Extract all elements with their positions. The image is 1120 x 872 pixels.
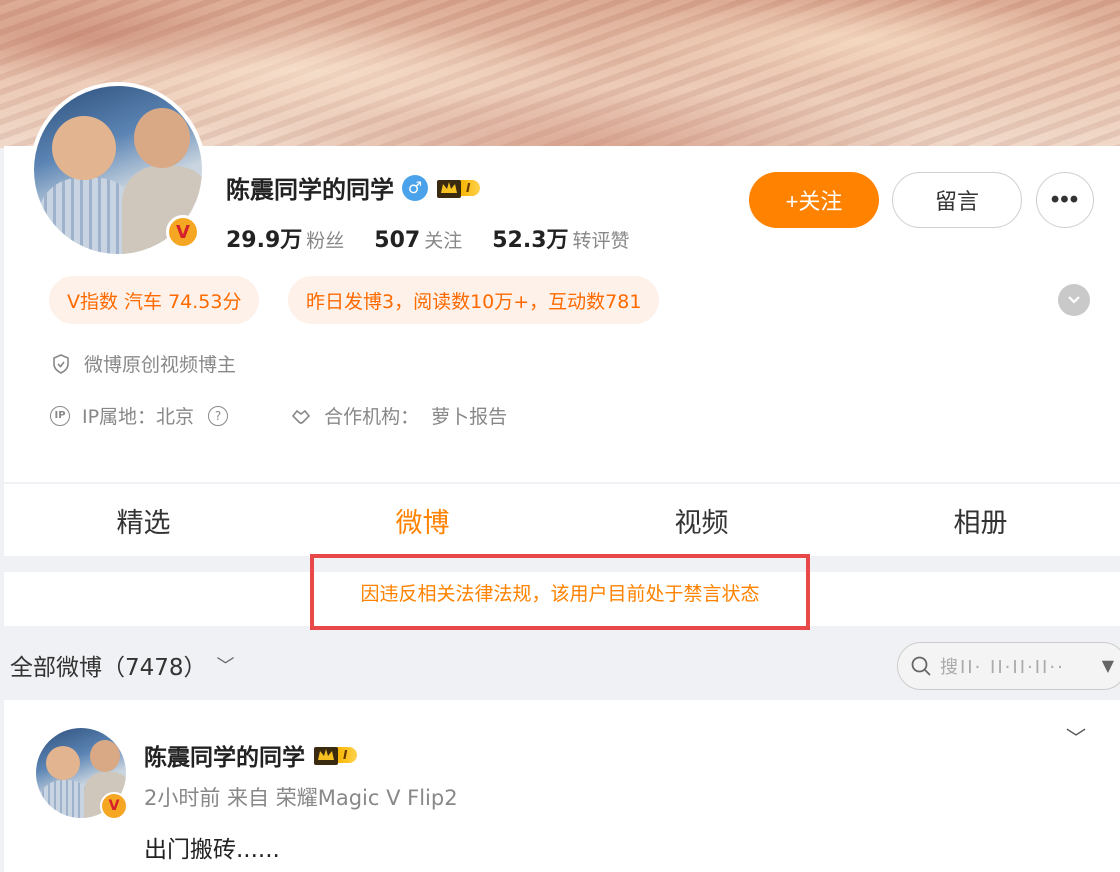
post-author-name[interactable]: 陈震同学的同学 bbox=[144, 738, 305, 772]
filter-label: 全部微博（7478） bbox=[10, 655, 207, 681]
gender-male-icon: ♂ bbox=[402, 174, 428, 201]
search-placeholder: 搜II· II·II·II·· bbox=[940, 657, 1065, 678]
ban-notice: 因违反相关法律法规，该用户目前处于禁言状态 bbox=[310, 554, 810, 630]
member-badge[interactable]: I bbox=[436, 177, 481, 199]
member-level: I bbox=[337, 747, 358, 763]
crown-icon bbox=[436, 177, 462, 199]
stat-label: 关注 bbox=[424, 230, 463, 252]
v-index-pill[interactable]: V指数 汽车 74.53分 bbox=[49, 276, 260, 324]
stat-label: 转评赞 bbox=[572, 230, 630, 252]
org-label: 合作机构： bbox=[324, 406, 420, 428]
profile-tabs: 精选 微博 视频 相册 bbox=[4, 484, 1120, 556]
help-icon[interactable]: ? bbox=[208, 405, 229, 426]
crown-icon bbox=[313, 744, 339, 766]
ip-location: IP属地：北京 bbox=[82, 406, 195, 428]
post-text: 出门搬砖...... bbox=[144, 837, 280, 863]
member-level: I bbox=[460, 179, 481, 196]
stat-number: 507 bbox=[374, 228, 421, 253]
stat-followers[interactable]: 29.9万 粉丝 bbox=[226, 222, 344, 254]
chevron-down-icon[interactable] bbox=[1058, 284, 1090, 316]
org-value[interactable]: 萝卜报告 bbox=[431, 402, 507, 429]
follow-button[interactable]: +关注 bbox=[749, 172, 879, 228]
post-meta: 2小时前 来自 荣耀Magic V Flip2 bbox=[144, 786, 458, 810]
tab-featured[interactable]: 精选 bbox=[4, 484, 283, 556]
post-search-input[interactable]: 搜II· II·II·II·· ▼ bbox=[897, 642, 1120, 690]
search-icon bbox=[910, 655, 932, 677]
verified-badge-icon: V bbox=[166, 215, 200, 249]
handshake-icon bbox=[290, 405, 312, 427]
post-author-row: 陈震同学的同学 I bbox=[144, 738, 358, 772]
shield-icon bbox=[50, 353, 72, 375]
post-card: V 陈震同学的同学 I 2小时前 来自 荣耀Magic V Flip2 出门搬砖… bbox=[4, 700, 1120, 872]
ip-location-icon: IP bbox=[50, 405, 70, 426]
stats-row: 29.9万 粉丝 507 关注 52.3万 转评赞 bbox=[226, 222, 630, 254]
stat-number: 52.3万 bbox=[492, 228, 569, 253]
chevron-down-icon: ﹀ bbox=[216, 656, 235, 677]
ip-org-row: IP IP属地：北京 ? 合作机构： 萝卜报告 bbox=[50, 402, 507, 429]
stat-likes: 52.3万 转评赞 bbox=[492, 222, 629, 254]
stat-number: 29.9万 bbox=[226, 228, 303, 253]
tab-albums[interactable]: 相册 bbox=[841, 484, 1120, 556]
search-dropdown-icon[interactable]: ▼ bbox=[1102, 656, 1114, 675]
stat-following[interactable]: 507 关注 bbox=[374, 226, 462, 253]
member-badge[interactable]: I bbox=[313, 744, 358, 766]
tab-weibo[interactable]: 微博 bbox=[283, 484, 562, 556]
verified-desc-row: 微博原创视频博主 bbox=[50, 350, 236, 377]
post-filter-dropdown[interactable]: 全部微博（7478） ﹀ bbox=[10, 648, 235, 682]
message-button[interactable]: 留言 bbox=[892, 172, 1022, 228]
username: 陈震同学的同学 bbox=[226, 176, 394, 204]
verified-description: 微博原创视频博主 bbox=[84, 354, 237, 376]
post-menu-chevron-icon[interactable]: ﹀ bbox=[1066, 722, 1086, 751]
stat-label: 粉丝 bbox=[306, 230, 345, 252]
name-row: 陈震同学的同学 ♂ I bbox=[226, 170, 481, 205]
activity-pill[interactable]: 昨日发博3，阅读数10万+，互动数781 bbox=[288, 276, 660, 324]
verified-badge-icon: V bbox=[100, 792, 128, 820]
more-button[interactable]: ••• bbox=[1036, 172, 1094, 228]
tab-videos[interactable]: 视频 bbox=[562, 484, 841, 556]
